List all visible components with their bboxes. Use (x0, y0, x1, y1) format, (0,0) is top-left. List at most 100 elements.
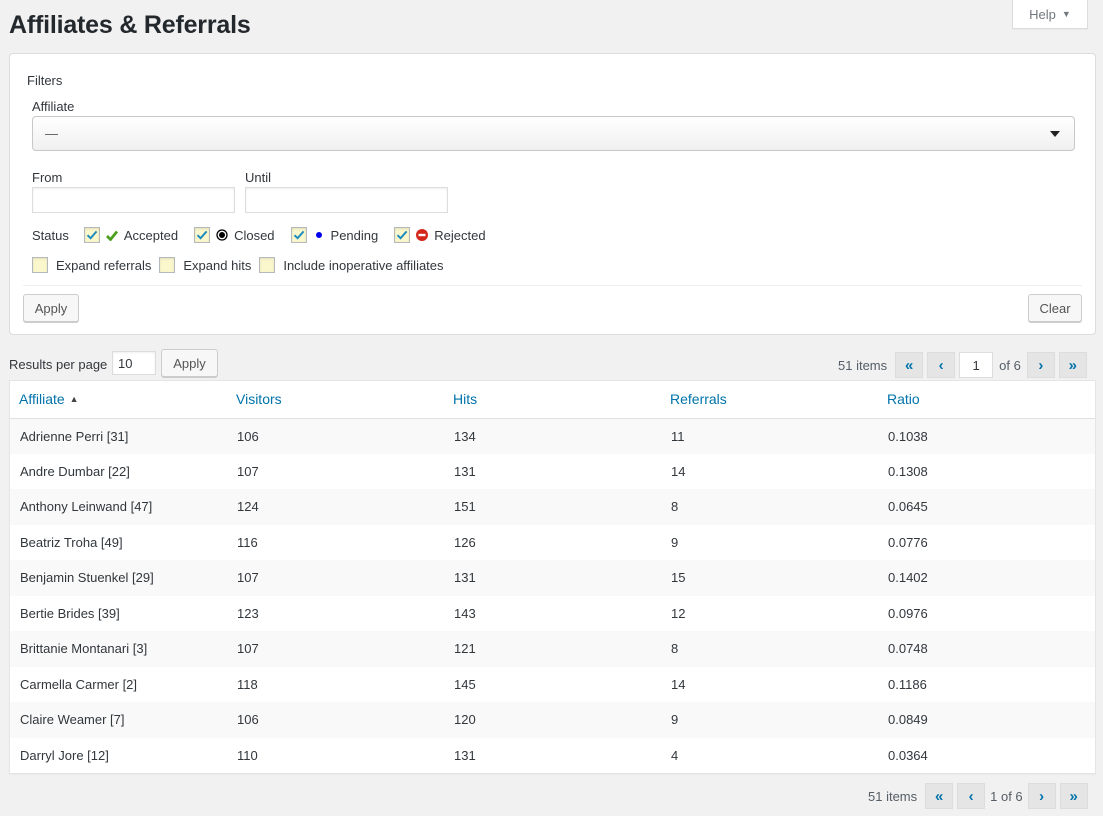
cell-affiliate: Darryl Jore [12] (10, 737, 227, 773)
table-row: Carmella Carmer [2] 118 145 14 0.1186 (10, 666, 1095, 702)
cell-ratio: 0.1186 (878, 666, 1095, 702)
radio-dot-icon (216, 229, 228, 241)
prev-page-button[interactable]: ‹ (927, 352, 956, 378)
next-page-button[interactable]: › (1026, 352, 1055, 378)
until-date-input[interactable] (245, 187, 448, 213)
cell-hits: 131 (444, 560, 661, 596)
cell-visitors: 116 (227, 524, 444, 560)
cell-hits: 143 (444, 595, 661, 631)
cell-referrals: 8 (661, 631, 878, 667)
pending-checkbox[interactable] (290, 227, 307, 243)
cell-ratio: 0.0776 (878, 524, 1095, 560)
table-row: Benjamin Stuenkel [29] 107 131 15 0.1402 (10, 560, 1095, 596)
column-header-label: Affiliate (19, 391, 65, 408)
caret-down-icon: ▼ (1061, 9, 1071, 19)
cell-affiliate: Benjamin Stuenkel [29] (10, 560, 227, 596)
results-per-page-label: Results per page (9, 357, 108, 372)
help-button[interactable]: Help ▼ (1012, 0, 1088, 29)
cell-referrals: 12 (661, 595, 878, 631)
cell-hits: 120 (444, 702, 661, 738)
cell-visitors: 124 (227, 489, 444, 525)
expand-hits-label: Expand hits (183, 257, 252, 273)
filters-apply-button[interactable]: Apply (23, 294, 79, 322)
cell-visitors: 110 (227, 737, 444, 773)
cell-hits: 134 (444, 418, 661, 454)
last-page-button[interactable]: » (1058, 352, 1087, 378)
items-count: 51 items (868, 788, 918, 804)
cell-ratio: 0.0645 (878, 489, 1095, 525)
prev-page-button[interactable]: ‹ (957, 783, 986, 809)
dropdown-arrow-icon (1050, 131, 1060, 137)
table-row: Andre Dumbar [22] 107 131 14 0.1308 (10, 453, 1095, 489)
status-filter-row: Status Accepted Closed Pending Rejected (32, 225, 502, 245)
table-row: Darryl Jore [12] 110 131 4 0.0364 (10, 737, 1095, 773)
from-label: From (32, 170, 63, 185)
checkmark-icon (397, 230, 408, 240)
status-accepted: Accepted (83, 227, 178, 243)
expand-hits-checkbox[interactable] (159, 257, 176, 273)
table-row: Bertie Brides [39] 123 143 12 0.0976 (10, 595, 1095, 631)
cell-visitors: 107 (227, 453, 444, 489)
affiliate-label: Affiliate (32, 99, 75, 114)
next-page-button[interactable]: › (1027, 783, 1056, 809)
filters-panel: Filters Affiliate — From Until Status Ac… (9, 53, 1096, 335)
help-label: Help (1029, 6, 1056, 22)
cell-referrals: 9 (661, 702, 878, 738)
cell-affiliate: Bertie Brides [39] (10, 595, 227, 631)
table-header-row: Affiliate ▲ Visitors Hits Referrals Ratio (10, 381, 1095, 419)
dot-icon (315, 232, 322, 238)
divider (23, 285, 1082, 286)
cell-ratio: 0.1308 (878, 453, 1095, 489)
cell-affiliate: Adrienne Perri [31] (10, 418, 227, 454)
accepted-checkbox[interactable] (83, 227, 100, 243)
cell-visitors: 107 (227, 631, 444, 667)
first-page-button[interactable]: « (895, 352, 924, 378)
column-header-hits[interactable]: Hits (444, 381, 661, 419)
column-header-affiliate[interactable]: Affiliate ▲ (10, 381, 227, 419)
table-row: Adrienne Perri [31] 106 134 11 0.1038 (10, 418, 1095, 454)
last-page-button[interactable]: » (1059, 783, 1088, 809)
expand-referrals-checkbox[interactable] (32, 257, 48, 273)
results-per-page-input[interactable] (112, 351, 156, 375)
cell-affiliate: Brittanie Montanari [3] (10, 631, 227, 667)
cell-ratio: 0.0976 (878, 595, 1095, 631)
table-row: Beatriz Troha [49] 116 126 9 0.0776 (10, 524, 1095, 560)
rejected-label: Rejected (434, 227, 486, 243)
cell-visitors: 123 (227, 595, 444, 631)
first-page-button[interactable]: « (925, 783, 954, 809)
closed-checkbox[interactable] (194, 227, 211, 243)
affiliates-table: Affiliate ▲ Visitors Hits Referrals Ratio… (9, 380, 1096, 774)
results-apply-button[interactable]: Apply (161, 349, 218, 377)
rejected-checkbox[interactable] (394, 227, 411, 243)
cell-hits: 126 (444, 524, 661, 560)
cell-hits: 131 (444, 453, 661, 489)
cell-referrals: 14 (661, 666, 878, 702)
cell-visitors: 106 (227, 418, 444, 454)
cell-hits: 131 (444, 737, 661, 773)
affiliate-select[interactable]: — (32, 116, 1075, 151)
items-count: 51 items (838, 357, 888, 373)
cell-referrals: 9 (661, 524, 878, 560)
cell-ratio: 0.0748 (878, 631, 1095, 667)
closed-label: Closed (234, 227, 275, 243)
include-inoperative-checkbox[interactable] (259, 257, 276, 273)
table-row: Claire Weamer [7] 106 120 9 0.0849 (10, 702, 1095, 738)
current-page-input[interactable] (959, 352, 994, 378)
cell-ratio: 0.1402 (878, 560, 1095, 596)
column-header-ratio[interactable]: Ratio (878, 381, 1095, 419)
cell-ratio: 0.0364 (878, 737, 1095, 773)
filters-clear-button[interactable]: Clear (1028, 294, 1082, 322)
column-header-referrals[interactable]: Referrals (661, 381, 878, 419)
cell-visitors: 106 (227, 702, 444, 738)
cell-ratio: 0.0849 (878, 702, 1095, 738)
status-closed: Closed (194, 227, 275, 243)
status-rejected: Rejected (394, 227, 486, 243)
cell-affiliate: Beatriz Troha [49] (10, 524, 227, 560)
checkmark-icon (293, 230, 304, 240)
from-date-input[interactable] (32, 187, 235, 213)
pending-label: Pending (330, 227, 379, 243)
cell-referrals: 15 (661, 560, 878, 596)
options-row: Expand referrals Expand hits Include ino… (32, 255, 452, 275)
column-header-visitors[interactable]: Visitors (227, 381, 444, 419)
no-entry-icon (416, 229, 429, 241)
